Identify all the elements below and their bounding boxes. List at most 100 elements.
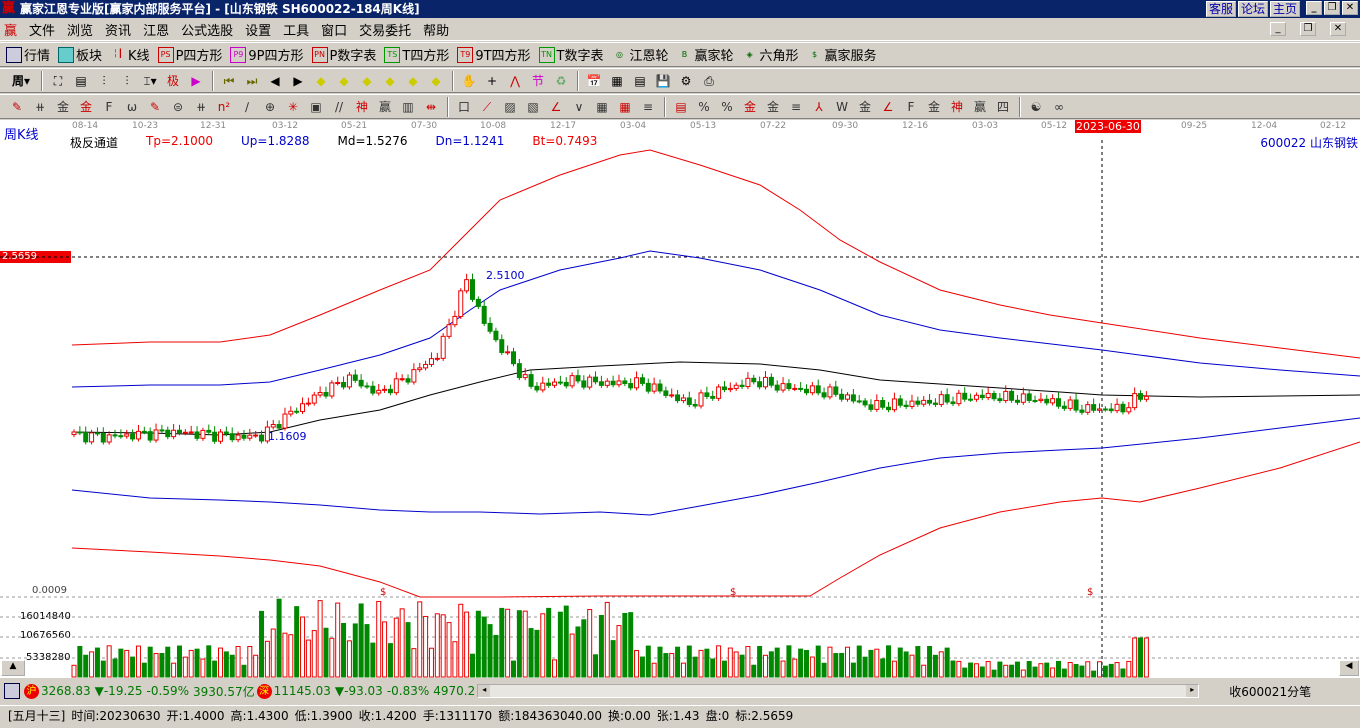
gann-tool-10-icon[interactable]: ∕ bbox=[236, 97, 258, 117]
gann-tool-41-icon[interactable]: 金 bbox=[923, 97, 945, 117]
gann-tool-40-icon[interactable]: F bbox=[900, 97, 922, 117]
print-icon[interactable]: ⎙ bbox=[698, 71, 720, 91]
line-icon[interactable]: ⋀ bbox=[504, 71, 526, 91]
calculator-icon[interactable]: ▦ bbox=[606, 71, 628, 91]
gann-tool-27-icon[interactable]: ▦ bbox=[614, 97, 636, 117]
gann-tool-6-icon[interactable]: ✎ bbox=[144, 97, 166, 117]
toolbar-item-1[interactable]: P9 9P四方形 bbox=[230, 45, 304, 64]
sector-button[interactable]: 板块 bbox=[58, 45, 102, 64]
pattern-icon[interactable]: ⛶ bbox=[47, 71, 69, 91]
restore-icon[interactable]: ❐ bbox=[1324, 1, 1340, 15]
menu-formula[interactable]: 公式选股 bbox=[181, 20, 233, 39]
gann-tool-13-icon[interactable]: ▣ bbox=[305, 97, 327, 117]
gann-tool-25-icon[interactable]: ∨ bbox=[568, 97, 590, 117]
toolbar-item-3[interactable]: TS T四方形 bbox=[384, 45, 449, 64]
menu-window[interactable]: 窗口 bbox=[321, 20, 347, 39]
menu-settings[interactable]: 设置 bbox=[245, 20, 271, 39]
gann-tool-46-icon[interactable]: ☯ bbox=[1025, 97, 1047, 117]
zoom-out-icon[interactable]: ◆ bbox=[402, 71, 424, 91]
ticker-scrollbar[interactable]: ◂ ▸ bbox=[477, 684, 1200, 698]
gann-tool-3-icon[interactable]: 金 bbox=[75, 97, 97, 117]
table-icon[interactable] bbox=[4, 683, 20, 699]
gann-tool-31-icon[interactable]: % bbox=[693, 97, 715, 117]
gann-tool-28-icon[interactable]: ≡ bbox=[637, 97, 659, 117]
link-home[interactable]: 主页 bbox=[1269, 1, 1300, 17]
gann-tool-47-icon[interactable]: ∞ bbox=[1048, 97, 1070, 117]
link-service[interactable]: 客服 bbox=[1205, 1, 1236, 17]
scroll-right-icon[interactable]: ▸ bbox=[1186, 685, 1199, 697]
doc-icon[interactable]: ▤ bbox=[70, 71, 92, 91]
gann-tool-35-icon[interactable]: ≡ bbox=[785, 97, 807, 117]
bars2-icon[interactable]: ⫶ bbox=[116, 71, 138, 91]
calendar-icon[interactable]: 📅 bbox=[583, 71, 605, 91]
gann-tool-1-icon[interactable]: ⧺ bbox=[29, 97, 51, 117]
gann-tool-26-icon[interactable]: ▦ bbox=[591, 97, 613, 117]
child-minimize-icon[interactable]: _ bbox=[1270, 22, 1286, 36]
menu-gann[interactable]: 江恩 bbox=[143, 20, 169, 39]
gann-tool-23-icon[interactable]: ▧ bbox=[522, 97, 544, 117]
menu-trade[interactable]: 交易委托 bbox=[359, 20, 411, 39]
gann-tool-43-icon[interactable]: 赢 bbox=[969, 97, 991, 117]
zoom-left-icon[interactable]: ◆ bbox=[310, 71, 332, 91]
gann-tool-8-icon[interactable]: ⧺ bbox=[190, 97, 212, 117]
network-icon[interactable]: ⚙ bbox=[675, 71, 697, 91]
menu-tools[interactable]: 工具 bbox=[283, 20, 309, 39]
close-icon[interactable]: ✕ bbox=[1342, 1, 1358, 15]
menu-news[interactable]: 资讯 bbox=[105, 20, 131, 39]
menu-browse[interactable]: 浏览 bbox=[67, 20, 93, 39]
gann-tool-36-icon[interactable]: ⅄ bbox=[808, 97, 830, 117]
jie-icon[interactable]: 节 bbox=[527, 71, 549, 91]
tool-icon[interactable]: ♻ bbox=[550, 71, 572, 91]
gann-tool-16-icon[interactable]: 赢 bbox=[374, 97, 396, 117]
link-forum[interactable]: 论坛 bbox=[1237, 1, 1268, 17]
hand-icon[interactable]: ✋ bbox=[458, 71, 480, 91]
gann-tool-2-icon[interactable]: 金 bbox=[52, 97, 74, 117]
bars-icon[interactable]: ⫶ bbox=[93, 71, 115, 91]
kline-button[interactable]: ╎┃ K线 bbox=[110, 45, 149, 65]
candle-type-icon[interactable]: ⌶▾ bbox=[139, 71, 161, 91]
toolbar-item-0[interactable]: PS P四方形 bbox=[157, 45, 222, 64]
gann-tool-32-icon[interactable]: % bbox=[716, 97, 738, 117]
menu-file[interactable]: 文件 bbox=[29, 20, 55, 39]
gann-tool-24-icon[interactable]: ∠ bbox=[545, 97, 567, 117]
gann-tool-39-icon[interactable]: ∠ bbox=[877, 97, 899, 117]
gann-tool-44-icon[interactable]: 四 bbox=[992, 97, 1014, 117]
gann-tool-15-icon[interactable]: 神 bbox=[351, 97, 373, 117]
scroll-left-icon[interactable]: ◂ bbox=[478, 685, 491, 697]
gann-tool-18-icon[interactable]: ⇹ bbox=[420, 97, 442, 117]
gann-tool-4-icon[interactable]: F bbox=[98, 97, 120, 117]
gann-tool-7-icon[interactable]: ⊜ bbox=[167, 97, 189, 117]
gann-tool-11-icon[interactable]: ⊕ bbox=[259, 97, 281, 117]
menu-help[interactable]: 帮助 bbox=[423, 20, 449, 39]
expand-button[interactable]: ◀ bbox=[1339, 660, 1359, 676]
gann-tool-22-icon[interactable]: ▨ bbox=[499, 97, 521, 117]
gann-tool-20-icon[interactable]: 口 bbox=[453, 97, 475, 117]
zoom-in-icon[interactable]: ◆ bbox=[379, 71, 401, 91]
first-icon[interactable]: ⏮ bbox=[218, 71, 240, 91]
kline-chart[interactable]: 08-14 10-23 12-31 03-12 05-21 07-30 10-08 12-17… bbox=[0, 120, 1360, 678]
collapse-button[interactable]: ▲ bbox=[1, 660, 25, 676]
flag-icon[interactable]: ▶ bbox=[185, 71, 207, 91]
gann-tool-33-icon[interactable]: 金 bbox=[739, 97, 761, 117]
gann-tool-5-icon[interactable]: ω bbox=[121, 97, 143, 117]
gann-tool-34-icon[interactable]: 金 bbox=[762, 97, 784, 117]
quote-button[interactable]: 行情 bbox=[6, 45, 50, 64]
child-restore-icon[interactable]: ❐ bbox=[1300, 22, 1316, 36]
gann-tool-17-icon[interactable]: ▥ bbox=[397, 97, 419, 117]
zoom-v-icon[interactable]: ◆ bbox=[425, 71, 447, 91]
gann-tool-9-icon[interactable]: n² bbox=[213, 97, 235, 117]
report-icon[interactable]: ▤ bbox=[629, 71, 651, 91]
gann-tool-37-icon[interactable]: W bbox=[831, 97, 853, 117]
gann-tool-14-icon[interactable]: // bbox=[328, 97, 350, 117]
toolbar-item-2[interactable]: PN P数字表 bbox=[311, 45, 376, 64]
right-icon[interactable]: ▶ bbox=[287, 71, 309, 91]
toolbar-item-6[interactable]: ◎ 江恩轮 bbox=[612, 45, 669, 64]
gann-tool-21-icon[interactable]: ⟋ bbox=[476, 97, 498, 117]
left-icon[interactable]: ◀ bbox=[264, 71, 286, 91]
toolbar-item-4[interactable]: T9 9T四方形 bbox=[457, 45, 531, 64]
child-close-icon[interactable]: ✕ bbox=[1330, 22, 1346, 36]
zoom-h-icon[interactable]: ◆ bbox=[356, 71, 378, 91]
gann-tool-38-icon[interactable]: 金 bbox=[854, 97, 876, 117]
period-select[interactable]: 周▾ bbox=[6, 71, 36, 91]
last-icon[interactable]: ⏭ bbox=[241, 71, 263, 91]
